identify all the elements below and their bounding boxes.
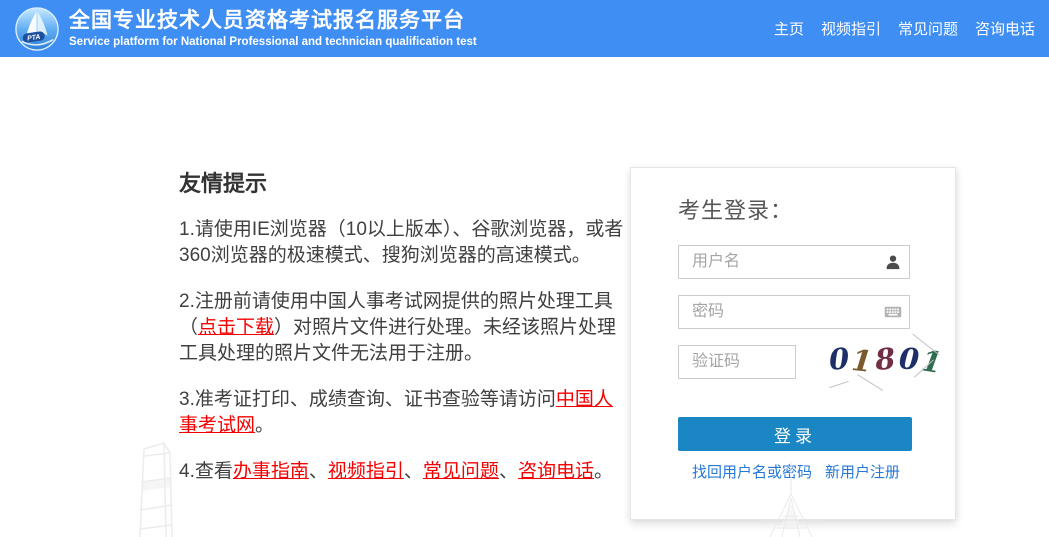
tip-resources: 4.查看办事指南、视频指引、常见问题、咨询电话。 <box>179 459 625 485</box>
forgot-credentials-link[interactable]: 找回用户名或密码 <box>692 461 812 482</box>
download-link[interactable]: 点击下载 <box>198 317 274 338</box>
header: PTA 全国专业技术人员资格考试报名服务平台 Service platform … <box>0 0 1049 57</box>
captcha-input[interactable] <box>678 345 796 379</box>
keyboard-icon[interactable] <box>884 303 902 321</box>
password-input[interactable] <box>678 295 910 329</box>
nav-home[interactable]: 主页 <box>774 18 804 39</box>
register-link[interactable]: 新用户注册 <box>825 461 900 482</box>
captcha-field <box>678 345 796 379</box>
tip-resources-suffix: 。 <box>594 461 613 482</box>
faq-link[interactable]: 常见问题 <box>423 461 499 482</box>
separator: 、 <box>404 461 423 482</box>
tips-heading: 友情提示 <box>179 166 625 198</box>
site-title: 全国专业技术人员资格考试报名服务平台 <box>69 9 477 33</box>
pta-logo-icon: PTA <box>14 6 60 52</box>
username-input[interactable] <box>678 245 910 279</box>
separator: 、 <box>499 461 518 482</box>
building-watermark <box>128 441 176 537</box>
tip-cpta: 3.准考证打印、成绩查询、证书查验等请访问中国人事考试网。 <box>179 387 625 439</box>
login-button[interactable]: 登录 <box>678 417 912 451</box>
nav-faq[interactable]: 常见问题 <box>898 18 958 39</box>
tip-resources-prefix: 4.查看 <box>179 461 233 482</box>
site-subtitle: Service platform for National Profession… <box>69 35 477 49</box>
tip-cpta-prefix: 3.准考证打印、成绩查询、证书查验等请访问 <box>179 389 556 410</box>
title-block: 全国专业技术人员资格考试报名服务平台 Service platform for … <box>69 9 477 49</box>
tip-browser-text: 1.请使用IE浏览器（10以上版本）、谷歌浏览器，或者360浏览器的极速模式、搜… <box>179 219 623 266</box>
password-field <box>678 295 910 329</box>
tip-browser: 1.请使用IE浏览器（10以上版本）、谷歌浏览器，或者360浏览器的极速模式、搜… <box>179 217 625 269</box>
tip-photo-tool: 2.注册前请使用中国人事考试网提供的照片处理工具（点击下载）对照片文件进行处理。… <box>179 289 625 367</box>
tip-cpta-suffix: 。 <box>255 415 274 436</box>
login-panel: 考生登录： 01801 <box>630 167 956 520</box>
login-heading: 考生登录： <box>678 193 793 225</box>
username-field <box>678 245 910 279</box>
guide-link[interactable]: 办事指南 <box>233 461 309 482</box>
hotline-link[interactable]: 咨询电话 <box>518 461 594 482</box>
brand: PTA 全国专业技术人员资格考试报名服务平台 Service platform … <box>14 6 477 52</box>
captcha-noise <box>829 381 848 388</box>
video-guide-link[interactable]: 视频指引 <box>328 461 404 482</box>
login-links: 找回用户名或密码 新用户注册 <box>678 461 912 482</box>
tips-section: 友情提示 1.请使用IE浏览器（10以上版本）、谷歌浏览器，或者360浏览器的极… <box>179 166 625 505</box>
nav-hotline[interactable]: 咨询电话 <box>975 18 1035 39</box>
top-nav: 主页 视频指引 常见问题 咨询电话 <box>774 18 1035 39</box>
nav-video-guide[interactable]: 视频指引 <box>821 18 881 39</box>
captcha-image[interactable]: 01801 <box>827 338 939 386</box>
separator: 、 <box>309 461 328 482</box>
user-icon <box>884 253 902 271</box>
